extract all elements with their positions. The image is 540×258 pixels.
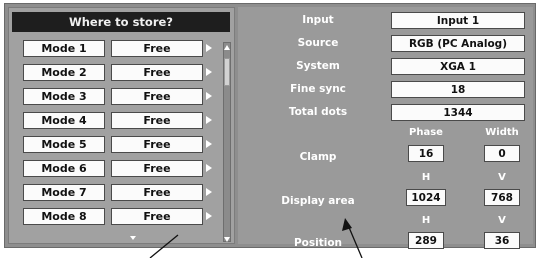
status-callout-line: [149, 234, 179, 258]
info-callout-line: [347, 224, 363, 258]
callout-arrowhead-icon: [342, 218, 352, 231]
callout-pointers: [149, 218, 363, 258]
